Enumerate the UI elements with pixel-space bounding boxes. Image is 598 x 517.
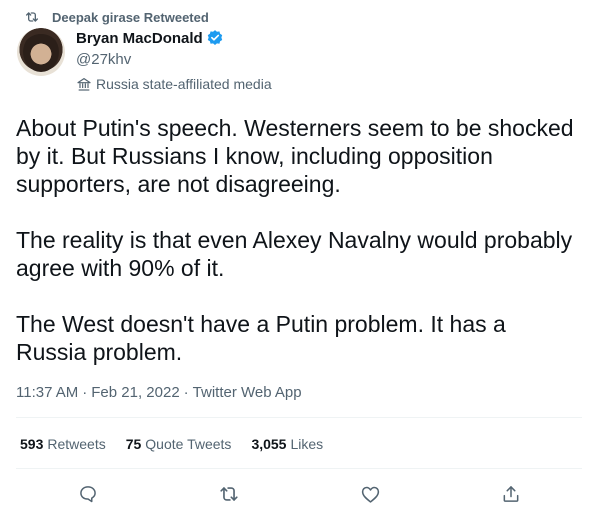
tweet-meta: 11:37 AM · Feb 21, 2022 · Twitter Web Ap…	[16, 382, 302, 402]
author-name[interactable]: Bryan MacDonald	[76, 30, 203, 47]
avatar[interactable]	[17, 28, 65, 76]
quotes-count: 75	[125, 436, 142, 452]
tweet-paragraph: About Putin's speech. Westerners seem to…	[16, 115, 574, 197]
retweets-stat[interactable]: 593 Retweets	[20, 436, 106, 452]
state-media-label[interactable]: Russia state-affiliated media	[76, 75, 272, 93]
retweets-count: 593	[20, 436, 44, 452]
author-handle[interactable]: @27khv	[76, 51, 272, 69]
divider	[16, 417, 582, 418]
like-icon	[360, 484, 381, 505]
quote-tweets-stat[interactable]: 75 Quote Tweets	[126, 436, 232, 452]
verified-badge-icon	[206, 29, 224, 47]
retweet-button[interactable]	[217, 482, 241, 506]
state-media-label-text: Russia state-affiliated media	[96, 76, 272, 92]
quotes-label: Quote Tweets	[145, 436, 232, 452]
tweet-text: About Putin's speech. Westerners seem to…	[16, 114, 582, 366]
retweet-banner: Deepak girase Retweeted	[24, 8, 209, 26]
meta-separator: ·	[183, 383, 189, 401]
retweet-banner-text[interactable]: Deepak girase Retweeted	[52, 10, 209, 25]
tweet-date[interactable]: Feb 21, 2022	[91, 384, 179, 401]
stats-row: 593 Retweets 75 Quote Tweets 3,055 Likes	[20, 434, 343, 454]
tweet-paragraph: The West doesn't have a Putin problem. I…	[16, 311, 506, 365]
like-button[interactable]	[358, 482, 382, 506]
likes-stat[interactable]: 3,055 Likes	[251, 436, 323, 452]
tweet-source[interactable]: Twitter Web App	[193, 384, 302, 401]
tweet-paragraph: The reality is that even Alexey Navalny …	[16, 227, 573, 281]
likes-label: Likes	[290, 436, 324, 452]
flag-icon	[76, 76, 92, 92]
divider	[16, 468, 582, 469]
author-block: Bryan MacDonald @27khv Russia state-affi…	[76, 28, 272, 93]
retweet-icon	[24, 9, 40, 25]
retweets-label: Retweets	[47, 436, 106, 452]
likes-count: 3,055	[251, 436, 287, 452]
reply-button[interactable]	[76, 482, 100, 506]
share-button[interactable]	[499, 482, 523, 506]
meta-separator: ·	[82, 383, 88, 401]
reply-icon	[78, 484, 98, 504]
share-icon	[501, 484, 521, 504]
tweet-time[interactable]: 11:37 AM	[16, 384, 78, 401]
action-bar	[16, 470, 582, 517]
retweet-icon	[218, 483, 240, 505]
